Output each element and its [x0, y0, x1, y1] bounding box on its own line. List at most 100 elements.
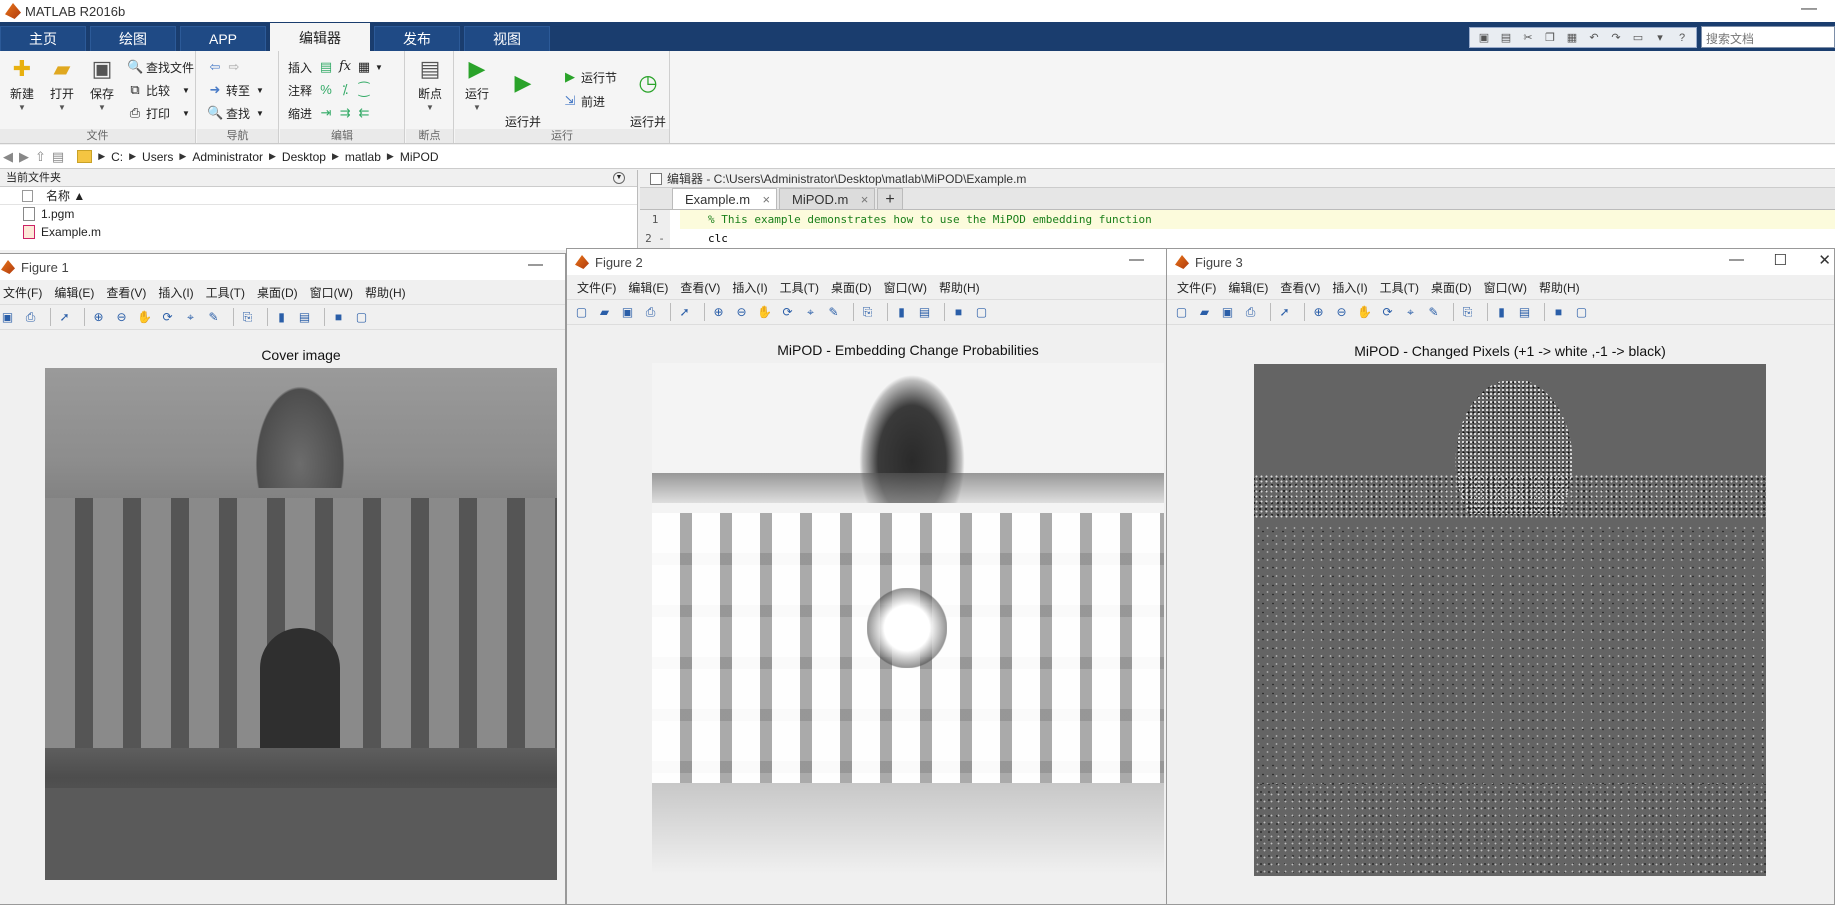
breadcrumb-matlab[interactable]: matlab — [345, 150, 381, 164]
link-plot-icon[interactable]: ⎘ — [1459, 304, 1476, 321]
up-folder-icon[interactable]: ⇧ — [35, 149, 46, 165]
print-icon[interactable]: ⎙ — [1242, 304, 1259, 321]
pointer-icon[interactable]: ➚ — [1276, 304, 1293, 321]
cut-icon[interactable]: ✂ — [1519, 30, 1537, 45]
print-icon[interactable]: ⎙ — [642, 304, 659, 321]
compare-button[interactable]: ⧉ 比较 ▼ — [127, 80, 190, 100]
save-icon[interactable]: ▣ — [619, 304, 636, 321]
probability-map-image[interactable] — [652, 363, 1164, 875]
zoom-out-icon[interactable]: ⊖ — [733, 304, 750, 321]
minimize-button[interactable]: — — [1129, 251, 1144, 268]
tab-editor[interactable]: 编辑器 — [270, 23, 370, 51]
menu-view[interactable]: 查看(V) — [1280, 279, 1320, 296]
search-documentation-input[interactable]: 搜索文档 — [1701, 26, 1835, 48]
menu-help[interactable]: 帮助(H) — [1539, 279, 1580, 296]
menu-edit[interactable]: 编辑(E) — [628, 279, 668, 296]
menu-window[interactable]: 窗口(W) — [1484, 279, 1527, 296]
run-section-button[interactable]: ▶ 运行节 — [562, 67, 617, 87]
minimize-button[interactable]: — — [528, 256, 543, 273]
paste-icon[interactable]: ▦ — [1563, 30, 1581, 45]
menu-insert[interactable]: 插入(I) — [1332, 279, 1367, 296]
maximize-button[interactable]: ☐ — [1774, 251, 1787, 269]
colorbar-icon[interactable]: ▮ — [893, 304, 910, 321]
save-icon[interactable]: ▣ — [1219, 304, 1236, 321]
hide-tools-icon[interactable]: ■ — [950, 304, 967, 321]
menu-tools[interactable]: 工具(T) — [1380, 279, 1419, 296]
data-cursor-icon[interactable]: ⌖ — [1402, 304, 1419, 321]
menu-help[interactable]: 帮助(H) — [365, 284, 406, 301]
goto-button[interactable]: ➜ 转至 ▼ — [207, 80, 264, 100]
save-button[interactable]: ▣ 保存 ▼ — [83, 55, 121, 115]
brush-icon[interactable]: ✎ — [825, 304, 842, 321]
data-cursor-icon[interactable]: ⌖ — [802, 304, 819, 321]
data-cursor-icon[interactable]: ⌖ — [182, 309, 199, 326]
close-icon[interactable]: × — [861, 189, 869, 210]
breadcrumb-administrator[interactable]: Administrator — [192, 150, 263, 164]
menu-edit[interactable]: 编辑(E) — [1228, 279, 1268, 296]
new-figure-icon[interactable]: ▢ — [573, 304, 590, 321]
menu-desktop[interactable]: 桌面(D) — [831, 279, 872, 296]
dock-icon[interactable]: ▾ — [1651, 30, 1669, 45]
rotate-icon[interactable]: ⟳ — [1379, 304, 1396, 321]
menu-insert[interactable]: 插入(I) — [732, 279, 767, 296]
colorbar-icon[interactable]: ▮ — [273, 309, 290, 326]
colorbar-icon[interactable]: ▮ — [1493, 304, 1510, 321]
redo-icon[interactable]: ↷ — [1607, 30, 1625, 45]
run-button[interactable]: ▶ 运行 ▼ — [458, 55, 496, 115]
tab-plots[interactable]: 绘图 — [90, 26, 176, 51]
pan-icon[interactable]: ✋ — [1356, 304, 1373, 321]
pan-icon[interactable]: ✋ — [756, 304, 773, 321]
zoom-out-icon[interactable]: ⊖ — [113, 309, 130, 326]
legend-icon[interactable]: ▤ — [296, 309, 313, 326]
menu-window[interactable]: 窗口(W) — [884, 279, 927, 296]
rotate-icon[interactable]: ⟳ — [159, 309, 176, 326]
breadcrumb-users[interactable]: Users — [142, 150, 173, 164]
hide-tools-icon[interactable]: ■ — [1550, 304, 1567, 321]
new-figure-icon[interactable]: ▢ — [1173, 304, 1190, 321]
changed-pixels-image[interactable] — [1254, 364, 1766, 876]
new-button[interactable]: ✚ 新建 ▼ — [3, 55, 41, 115]
tab-apps[interactable]: APP — [180, 26, 266, 51]
tab-home[interactable]: 主页 — [0, 26, 86, 51]
menu-insert[interactable]: 插入(I) — [158, 284, 193, 301]
show-tools-icon[interactable]: ▢ — [353, 309, 370, 326]
zoom-in-icon[interactable]: ⊕ — [710, 304, 727, 321]
breadcrumb-desktop[interactable]: Desktop — [282, 150, 326, 164]
layout-icon[interactable]: ▣ — [1475, 30, 1493, 45]
hide-tools-icon[interactable]: ■ — [330, 309, 347, 326]
menu-desktop[interactable]: 桌面(D) — [1431, 279, 1472, 296]
undo-icon[interactable]: ↶ — [1585, 30, 1603, 45]
link-plot-icon[interactable]: ⎘ — [239, 309, 256, 326]
show-tools-icon[interactable]: ▢ — [973, 304, 990, 321]
show-tools-icon[interactable]: ▢ — [1573, 304, 1590, 321]
back-forward-buttons[interactable]: ⇦ ⇨ — [207, 57, 245, 77]
menu-file[interactable]: 文件(F) — [577, 279, 616, 296]
tab-mipod-m[interactable]: MiPOD.m × — [779, 188, 876, 210]
zoom-out-icon[interactable]: ⊖ — [1333, 304, 1350, 321]
close-icon[interactable]: × — [762, 189, 770, 210]
cover-image[interactable] — [45, 368, 557, 880]
new-tab-button[interactable]: + — [877, 188, 903, 209]
browse-folder-icon[interactable]: ▤ — [52, 149, 64, 165]
print-button[interactable]: ⎙ 打印 ▼ — [127, 103, 190, 123]
save-icon[interactable]: ▣ — [0, 309, 16, 326]
brush-icon[interactable]: ✎ — [1425, 304, 1442, 321]
breadcrumb-mipod[interactable]: MiPOD — [400, 150, 439, 164]
print-icon[interactable]: ⎙ — [22, 309, 39, 326]
indent-button[interactable]: 缩进 ⇥ ⇉ ⇇ — [288, 103, 375, 123]
open-icon[interactable]: ▰ — [596, 304, 613, 321]
tab-view[interactable]: 视图 — [464, 26, 550, 51]
save-icon[interactable]: ▤ — [1497, 30, 1515, 45]
insert-button[interactable]: 插入 ▤ fx ▦ ▼ — [288, 57, 383, 77]
open-icon[interactable]: ▰ — [1196, 304, 1213, 321]
tab-publish[interactable]: 发布 — [374, 26, 460, 51]
comment-button[interactable]: 注释% ⁒ ⁐ — [288, 80, 375, 100]
menu-tools[interactable]: 工具(T) — [206, 284, 245, 301]
switch-windows-icon[interactable]: ▭ — [1629, 30, 1647, 45]
find-files-button[interactable]: 🔍 查找文件 — [127, 57, 194, 77]
menu-desktop[interactable]: 桌面(D) — [257, 284, 298, 301]
menu-edit[interactable]: 编辑(E) — [54, 284, 94, 301]
brush-icon[interactable]: ✎ — [205, 309, 222, 326]
close-button[interactable]: ✕ — [1818, 251, 1831, 269]
legend-icon[interactable]: ▤ — [916, 304, 933, 321]
